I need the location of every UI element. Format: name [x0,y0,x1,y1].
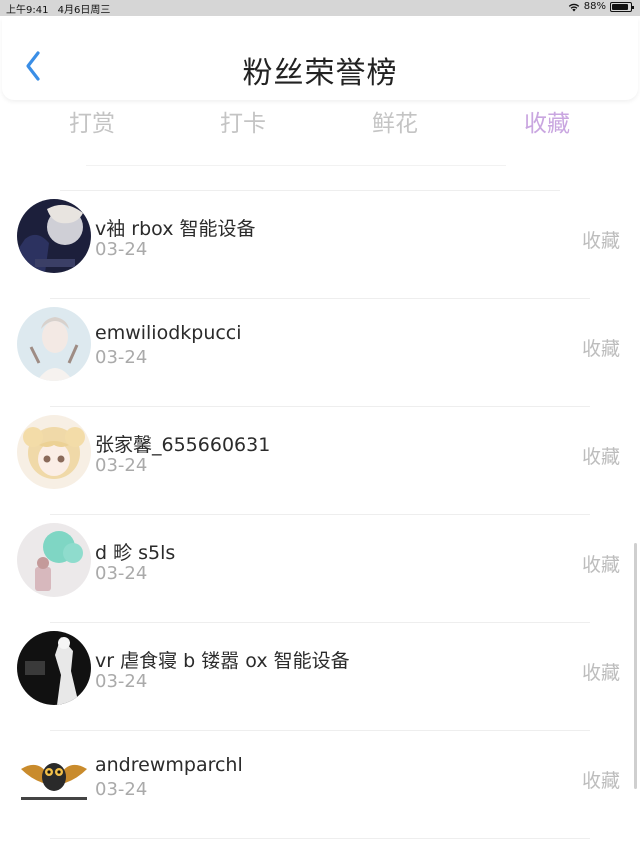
favorite-label[interactable]: 收藏 [582,226,620,253]
battery-percent: 88% [583,1,606,12]
favorite-label[interactable]: 收藏 [582,658,620,685]
avatar [17,415,91,489]
tab-reward[interactable]: 打赏 [47,104,137,138]
monochrome-figure-avatar [17,631,91,705]
page-title: 粉丝荣誉榜 [242,56,398,91]
scrollbar-thumb[interactable] [634,543,637,789]
divider [86,165,506,166]
favorite-label[interactable]: 收藏 [582,334,620,361]
list-item[interactable]: andrewmparchl 03-24 收藏 [0,730,640,838]
dark-portrait-avatar [17,199,91,273]
avatar [17,307,91,381]
list-item[interactable]: emwiliodkpucci 03-24 收藏 [0,298,640,406]
fan-name: vr 虐食寝 b 镂嚣 ox 智能设备 [95,650,350,672]
painting-avatar [17,523,91,597]
list-item[interactable]: 张家馨_655660631 03-24 收藏 [0,406,640,514]
list-item[interactable]: d 畛 s5ls 03-24 收藏 [0,514,640,622]
tab-favorites[interactable]: 收藏 [502,104,592,138]
avatar [17,631,91,705]
favorite-label[interactable]: 收藏 [582,442,620,469]
tab-bar: 打赏 打卡 鲜花 收藏 [0,104,640,144]
favorite-label[interactable]: 收藏 [582,550,620,577]
fan-name: andrewmparchl [95,754,243,776]
fan-date: 03-24 [95,563,148,584]
status-time: 上午9:41 [6,5,49,16]
avatar [17,739,91,813]
favorite-label[interactable]: 收藏 [582,766,620,793]
light-portrait-avatar [17,307,91,381]
status-right: 88% [568,1,634,12]
fan-date: 03-24 [95,239,148,260]
avatar [17,523,91,597]
fan-date: 03-24 [95,779,148,800]
tab-flowers[interactable]: 鲜花 [350,104,440,138]
list-item[interactable]: vr 虐食寝 b 镂嚣 ox 智能设备 03-24 收藏 [0,622,640,730]
fan-name: emwiliodkpucci [95,322,242,344]
fan-name: 张家馨_655660631 [95,434,271,456]
divider [50,838,590,839]
status-left: 上午9:41 4月6日周三 [6,1,116,16]
list-item[interactable]: v袖 rbox 智能设备 03-24 收藏 [0,190,640,298]
anime-girl-avatar [17,415,91,489]
wifi-icon [568,3,579,11]
fan-date: 03-24 [95,347,148,368]
tab-checkin[interactable]: 打卡 [198,104,288,138]
fan-date: 03-24 [95,455,148,476]
header: 粉丝荣誉榜 [2,18,638,100]
status-date: 4月6日周三 [57,5,111,16]
fan-name: d 畛 s5ls [95,542,176,564]
fan-name: v袖 rbox 智能设备 [95,218,256,240]
fan-date: 03-24 [95,671,148,692]
avatar [17,199,91,273]
status-bar: 上午9:41 4月6日周三 88% [0,0,640,16]
owl-logo-avatar [17,739,91,813]
battery-icon [610,1,634,12]
